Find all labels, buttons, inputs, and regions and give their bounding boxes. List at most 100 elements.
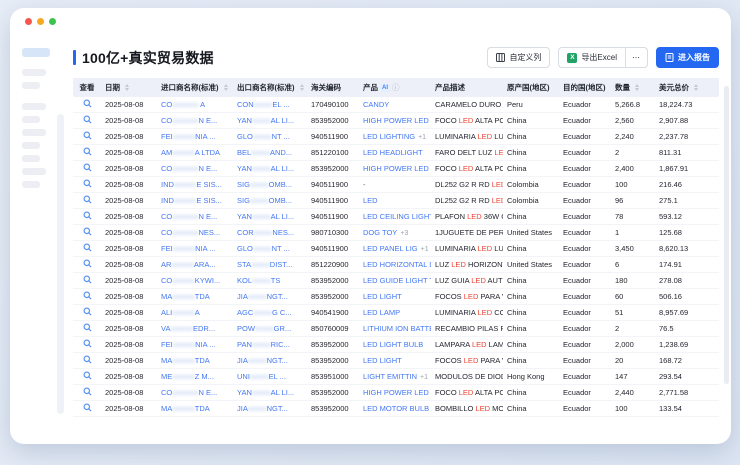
cell-exporter-link[interactable]: CONxxxxxEL ... [233,100,307,109]
view-details-button[interactable] [83,115,92,126]
cell-product-link[interactable]: LED PANEL LIG+1 [359,244,431,253]
cell-exporter-link[interactable]: YANxxxxxAL LI... [233,116,307,125]
cell-exporter-link[interactable]: GLOxxxxxNT ... [233,132,307,141]
cell-product-link[interactable]: HIGH POWER LED F [359,164,431,173]
cell-exporter-link[interactable]: KOLxxxxxTS [233,276,307,285]
export-excel-button[interactable]: X 导出Excel [558,47,626,68]
view-details-button[interactable] [83,195,92,206]
view-details-button[interactable] [83,99,92,110]
table-scrollbar[interactable] [724,86,729,384]
view-details-button[interactable] [83,403,92,414]
sort-icon[interactable] [694,84,698,91]
cell-exporter-link[interactable]: CORxxxxxNES... [233,228,307,237]
column-header-qty[interactable]: 数量 [611,82,655,93]
cell-product-link[interactable]: LED LIGHT BULB [359,340,431,349]
cell-product-link[interactable]: LED CEILING LIGHT [359,212,431,221]
sort-icon[interactable] [125,84,129,91]
view-details-button[interactable] [83,387,92,398]
cell-product-link[interactable]: HIGH POWER LED F [359,116,431,125]
cell-exporter-link[interactable]: SIGxxxxxOMB... [233,196,307,205]
cell-exporter-link[interactable]: AGCxxxxxG C... [233,308,307,317]
cell-importer-link[interactable]: FEIxxxxxxNIA ... [157,340,233,349]
view-details-button[interactable] [83,131,92,142]
view-details-button[interactable] [83,307,92,318]
column-header-importer[interactable]: 进口商名称(标准) [157,82,233,93]
cell-importer-link[interactable]: COxxxxxxKYWI... [157,276,233,285]
cell-product-link[interactable]: DOG TOY+3 [359,228,431,237]
cell-importer-link[interactable]: VAxxxxxxEDR... [157,324,233,333]
enter-report-button[interactable]: 进入报告 [656,47,719,68]
sidebar-scrollbar[interactable] [57,114,64,414]
cell-product-link[interactable]: LITHIUM ION BATTE [359,324,431,333]
cell-product-link[interactable]: LED LIGHTING+1 [359,132,431,141]
cell-exporter-link[interactable]: JIAxxxxxNGT... [233,356,307,365]
view-details-button[interactable] [83,243,92,254]
cell-importer-link[interactable]: FEIxxxxxxNIA ... [157,132,233,141]
column-header-exporter[interactable]: 出口商名称(标准) [233,82,307,93]
cell-importer-link[interactable]: COxxxxxxxNES... [157,228,233,237]
view-details-button[interactable] [83,227,92,238]
cell-product-link[interactable]: LED LIGHT [359,292,431,301]
cell-importer-link[interactable]: COxxxxxxxN E... [157,164,233,173]
cell-importer-link[interactable]: MAxxxxxxTDA [157,404,233,413]
product-more-count-badge[interactable]: +3 [400,230,408,237]
sort-icon[interactable] [224,84,228,91]
maximize-window-icon[interactable] [49,18,56,25]
sort-icon[interactable] [300,84,304,91]
cell-importer-link[interactable]: FEIxxxxxxNIA ... [157,244,233,253]
cell-exporter-link[interactable]: BELxxxxxAND... [233,148,307,157]
view-details-button[interactable] [83,291,92,302]
cell-exporter-link[interactable]: PANxxxxxRIC... [233,340,307,349]
column-header-total[interactable]: 美元总价 [655,82,711,93]
view-details-button[interactable] [83,371,92,382]
cell-importer-link[interactable]: ARxxxxxxARA... [157,260,233,269]
minimize-window-icon[interactable] [37,18,44,25]
sort-icon[interactable] [635,84,639,91]
cell-importer-link[interactable]: AMxxxxxxA LTDA [157,148,233,157]
cell-exporter-link[interactable]: JIAxxxxxNGT... [233,292,307,301]
product-more-count-badge[interactable]: +1 [420,374,428,381]
cell-importer-link[interactable]: MExxxxxxZ M... [157,372,233,381]
cell-importer-link[interactable]: ALIxxxxxxA [157,308,233,317]
view-details-button[interactable] [83,355,92,366]
cell-exporter-link[interactable]: STAxxxxxDIST... [233,260,307,269]
cell-product-link[interactable]: LED HEADLIGHT [359,148,431,157]
view-details-button[interactable] [83,163,92,174]
cell-exporter-link[interactable]: SIGxxxxxOMB... [233,180,307,189]
view-details-button[interactable] [83,275,92,286]
cell-product-link[interactable]: LED LIGHT [359,356,431,365]
cell-exporter-link[interactable]: YANxxxxxAL LI... [233,388,307,397]
cell-product-link[interactable]: HIGH POWER LED F [359,388,431,397]
customize-columns-button[interactable]: 自定义列 [487,47,550,68]
cell-product-link[interactable]: LED LAMP [359,308,431,317]
column-header-date[interactable]: 日期 [101,82,157,93]
cell-importer-link[interactable]: COxxxxxxxN E... [157,212,233,221]
view-details-button[interactable] [83,147,92,158]
product-more-count-badge[interactable]: +1 [418,134,426,141]
cell-importer-link[interactable]: MAxxxxxxTDA [157,292,233,301]
cell-product-link[interactable]: LED [359,196,431,205]
cell-exporter-link[interactable]: YANxxxxxAL LI... [233,164,307,173]
view-details-button[interactable] [83,259,92,270]
cell-exporter-link[interactable]: POWxxxxxGR... [233,324,307,333]
cell-importer-link[interactable]: COxxxxxxx A [157,100,233,109]
cell-product-link[interactable]: LED MOTOR BULB [359,404,431,413]
product-more-count-badge[interactable]: +1 [421,246,429,253]
cell-product-link[interactable]: LED HORIZONTAL L [359,260,431,269]
info-icon[interactable]: ⓘ [392,82,400,93]
cell-exporter-link[interactable]: UNIxxxxxEL ... [233,372,307,381]
cell-importer-link[interactable]: INDxxxxxxE SIS... [157,180,233,189]
cell-importer-link[interactable]: MAxxxxxxTDA [157,356,233,365]
cell-product-link[interactable]: LED GUIDE LIGHT T [359,276,431,285]
cell-importer-link[interactable]: INDxxxxxxE SIS... [157,196,233,205]
cell-importer-link[interactable]: COxxxxxxxN E... [157,116,233,125]
cell-importer-link[interactable]: COxxxxxxxN E... [157,388,233,397]
view-details-button[interactable] [83,339,92,350]
cell-exporter-link[interactable]: JIAxxxxxNGT... [233,404,307,413]
more-export-options-button[interactable]: ⋯ [626,47,648,68]
cell-exporter-link[interactable]: GLOxxxxxNT ... [233,244,307,253]
view-details-button[interactable] [83,323,92,334]
cell-product-link[interactable]: CANDY [359,100,431,109]
cell-product-link[interactable]: LIGHT EMITTIN+1 [359,372,431,381]
close-window-icon[interactable] [25,18,32,25]
